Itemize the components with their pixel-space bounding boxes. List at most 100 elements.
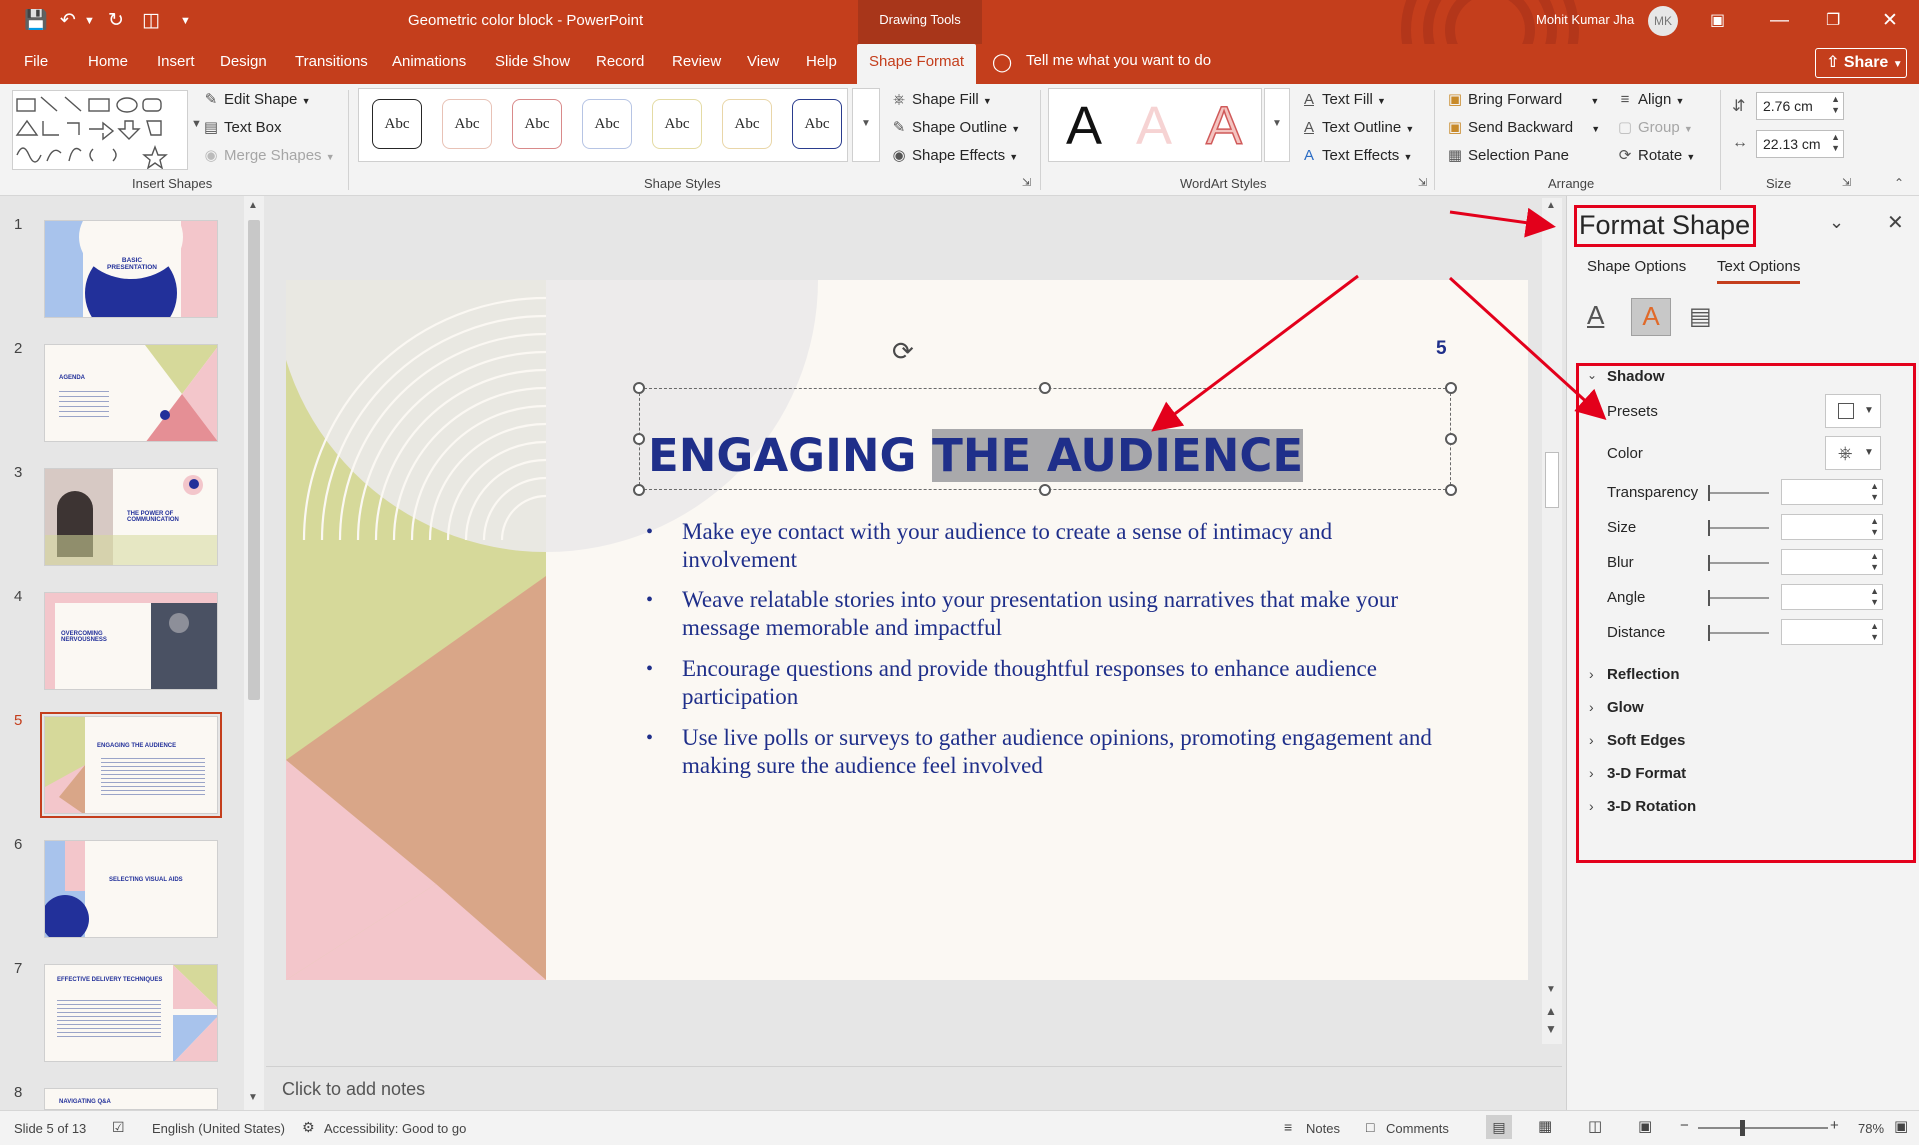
- undo-icon[interactable]: ↶: [60, 10, 76, 32]
- shape-style-4[interactable]: Abc: [582, 99, 632, 149]
- tab-record[interactable]: Record: [596, 44, 644, 84]
- slide-thumbnail-8[interactable]: NAVIGATING Q&A: [44, 1088, 218, 1110]
- slide-title[interactable]: ENGAGING THE AUDIENCE: [648, 428, 1304, 484]
- minimize-icon[interactable]: —: [1770, 10, 1789, 32]
- accessibility-status[interactable]: Accessibility: Good to go: [324, 1121, 466, 1136]
- notes-button[interactable]: Notes: [1306, 1121, 1340, 1136]
- avatar[interactable]: MK: [1648, 6, 1678, 36]
- shape-fill-button[interactable]: ⎈ Shape Fill ▼: [890, 90, 992, 111]
- textbox-layout-icon[interactable]: ▤: [1689, 302, 1712, 331]
- text-fill-outline-icon[interactable]: A: [1587, 300, 1604, 331]
- spinner-arrows-icon[interactable]: ▲ ▼: [1831, 94, 1840, 116]
- shapes-more-icon[interactable]: ▼: [191, 118, 202, 130]
- rotate-button[interactable]: ⟳ Rotate ▼: [1616, 146, 1696, 167]
- scrollbar-thumb[interactable]: [1545, 452, 1559, 508]
- spinner-arrows-icon[interactable]: ▲ ▼: [1831, 132, 1840, 154]
- tab-file[interactable]: File: [24, 44, 48, 84]
- next-slide-icon[interactable]: ▼: [1545, 1022, 1557, 1036]
- tab-transitions[interactable]: Transitions: [295, 44, 368, 84]
- dialog-launcher-icon[interactable]: ⇲: [1418, 176, 1427, 189]
- fit-to-window-icon[interactable]: ▣: [1894, 1117, 1908, 1135]
- resize-handle[interactable]: [1039, 382, 1051, 394]
- rotate-handle-icon[interactable]: ⟳: [892, 336, 914, 367]
- text-fill-button[interactable]: A Text Fill ▼: [1300, 90, 1386, 111]
- restore-icon[interactable]: ❐: [1826, 10, 1840, 32]
- pane-options-chevron-icon[interactable]: ⌄: [1829, 212, 1844, 233]
- resize-handle[interactable]: [1445, 382, 1457, 394]
- slide-thumbnail-2[interactable]: AGENDA: [44, 344, 218, 442]
- ribbon-display-options-icon[interactable]: ▣: [1710, 10, 1725, 32]
- shape-effects-button[interactable]: ◉ Shape Effects ▼: [890, 146, 1018, 167]
- tab-shape-format[interactable]: Shape Format: [857, 44, 977, 84]
- wordart-style-1[interactable]: A: [1058, 96, 1110, 156]
- tab-help[interactable]: Help: [806, 44, 837, 84]
- shape-style-5[interactable]: Abc: [652, 99, 702, 149]
- tab-review[interactable]: Review: [672, 44, 721, 84]
- dialog-launcher-icon[interactable]: ⇲: [1842, 176, 1851, 189]
- resize-handle[interactable]: [1445, 433, 1457, 445]
- resize-handle[interactable]: [1445, 484, 1457, 496]
- close-pane-icon[interactable]: ✕: [1887, 210, 1904, 235]
- slide-sorter-icon[interactable]: ▦: [1538, 1117, 1552, 1135]
- scroll-up-icon[interactable]: ▲: [1546, 200, 1556, 211]
- tab-text-options[interactable]: Text Options: [1717, 258, 1801, 284]
- slide-canvas[interactable]: 5 ⟳ ENGAGING THE AUDIENCE Make eye conta…: [286, 280, 1528, 980]
- normal-view-icon[interactable]: ▤: [1486, 1115, 1512, 1139]
- dialog-launcher-icon[interactable]: ⇲: [1022, 176, 1031, 189]
- slideshow-view-icon[interactable]: ▣: [1638, 1117, 1652, 1135]
- slide-thumbnail-4[interactable]: OVERCOMING NERVOUSNESS: [44, 592, 218, 690]
- tell-me-search[interactable]: Tell me what you want to do: [1026, 52, 1211, 69]
- resize-handle[interactable]: [633, 382, 645, 394]
- edit-shape-button[interactable]: ✎ Edit Shape ▼: [202, 90, 311, 111]
- language-indicator[interactable]: English (United States): [152, 1121, 285, 1136]
- notes-area[interactable]: Click to add notes: [266, 1066, 1562, 1110]
- shape-style-3[interactable]: Abc: [512, 99, 562, 149]
- text-effects-icon[interactable]: A: [1631, 298, 1671, 336]
- slide-thumbnail-3[interactable]: THE POWER OF COMMUNICATION: [44, 468, 218, 566]
- slide-thumbnail-7[interactable]: EFFECTIVE DELIVERY TECHNIQUES: [44, 964, 218, 1062]
- selection-pane-button[interactable]: ▦ Selection Pane: [1446, 146, 1569, 166]
- shape-styles-more-icon[interactable]: ▼: [852, 88, 880, 162]
- tab-view[interactable]: View: [747, 44, 779, 84]
- redo-icon[interactable]: ↻: [108, 10, 124, 32]
- resize-handle[interactable]: [633, 484, 645, 496]
- tab-home[interactable]: Home: [88, 44, 128, 84]
- send-backward-button[interactable]: ▣ Send Backward ▼: [1446, 118, 1600, 139]
- reading-view-icon[interactable]: ◫: [1588, 1117, 1602, 1135]
- shape-height-field[interactable]: 2.76 cm ▲ ▼: [1756, 92, 1844, 120]
- bring-forward-button[interactable]: ▣ Bring Forward ▼: [1446, 90, 1599, 111]
- slide-thumbnail-6[interactable]: SELECTING VISUAL AIDS: [44, 840, 218, 938]
- align-button[interactable]: ≡ Align ▼: [1616, 90, 1685, 111]
- comments-button[interactable]: Comments: [1386, 1121, 1449, 1136]
- scroll-down-icon[interactable]: ▼: [248, 1092, 258, 1103]
- tab-shape-options[interactable]: Shape Options: [1587, 258, 1686, 275]
- shape-style-6[interactable]: Abc: [722, 99, 772, 149]
- slide-thumbnail-5[interactable]: ENGAGING THE AUDIENCE: [44, 716, 218, 814]
- previous-slide-icon[interactable]: ▲: [1545, 1004, 1557, 1018]
- text-effects-button[interactable]: A Text Effects ▼: [1300, 146, 1412, 167]
- shape-width-field[interactable]: 22.13 cm ▲ ▼: [1756, 130, 1844, 158]
- tab-animations[interactable]: Animations: [392, 44, 466, 84]
- close-window-icon[interactable]: ✕: [1882, 10, 1898, 32]
- scrollbar-thumb[interactable]: [248, 220, 260, 700]
- save-icon[interactable]: 💾: [24, 10, 48, 32]
- zoom-slider-thumb[interactable]: [1740, 1120, 1745, 1136]
- text-outline-button[interactable]: A Text Outline ▼: [1300, 118, 1414, 139]
- wordart-style-3[interactable]: A: [1198, 95, 1250, 157]
- share-button[interactable]: ⇧ Share ▼: [1815, 48, 1907, 78]
- zoom-slider[interactable]: [1698, 1120, 1828, 1136]
- zoom-in-icon[interactable]: +: [1830, 1117, 1839, 1134]
- shapes-gallery[interactable]: [12, 90, 188, 170]
- zoom-level[interactable]: 78%: [1858, 1121, 1884, 1136]
- tab-design[interactable]: Design: [220, 44, 267, 84]
- slide-scrollbar[interactable]: ▲ ▼ ▲ ▼: [1542, 198, 1562, 1044]
- shape-style-1[interactable]: Abc: [372, 99, 422, 149]
- shape-style-7[interactable]: Abc: [792, 99, 842, 149]
- scroll-down-icon[interactable]: ▼: [1546, 984, 1556, 995]
- thumbnail-scrollbar[interactable]: ▲ ▼: [244, 196, 264, 1110]
- scroll-up-icon[interactable]: ▲: [248, 200, 258, 211]
- undo-dropdown-icon[interactable]: ▼: [84, 10, 95, 32]
- customize-qat-icon[interactable]: ▼: [180, 10, 191, 32]
- text-box-button[interactable]: ▤ Text Box: [202, 118, 282, 138]
- shape-style-2[interactable]: Abc: [442, 99, 492, 149]
